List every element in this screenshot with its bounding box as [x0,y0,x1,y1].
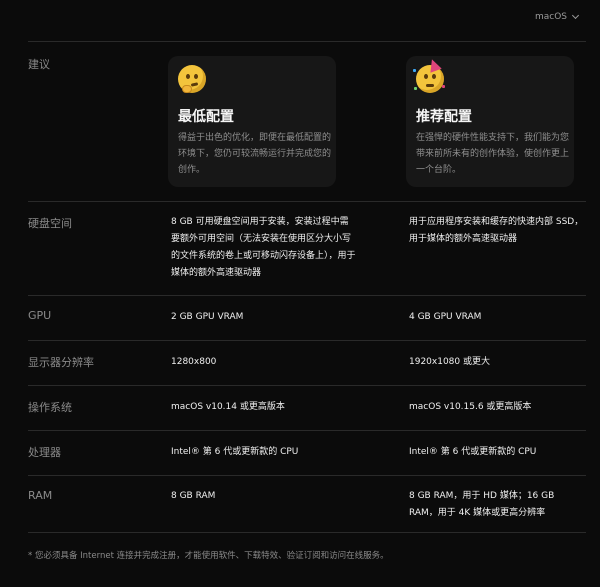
row-display: 显示器分辨率 1280x800 1920x1080 或更大 [28,341,586,386]
disk-rec-value: 用于应用程序安装和缓存的快速内部 SSD，用于媒体的额外高速驱动器 [409,217,584,244]
row-os: 操作系统 macOS v10.14 或更高版本 macOS v10.15.6 或… [28,386,586,431]
footnote: * 您必须具备 Internet 连接并完成注册，才能使用软件、下载特效、验证订… [28,551,389,561]
row-cpu: 处理器 Intel® 第 6 代或更新款的 CPU Intel® 第 6 代或更… [28,431,586,476]
cpu-min-value: Intel® 第 6 代或更新款的 CPU [171,447,299,457]
row-label-os: 操作系统 [28,401,72,414]
spec-table: 建议 最低配置 得益于出色的优化，即便在最低配置的环境下，您仍可较流畅运行并完成… [28,42,586,533]
party-face-icon [413,57,445,93]
os-selector[interactable]: macOS [534,11,580,22]
card-minimum: 最低配置 得益于出色的优化，即便在最低配置的环境下，您仍可较流畅运行并完成您的创… [168,56,336,187]
os-rec-value: macOS v10.15.6 或更高版本 [409,402,532,412]
row-label-recommendation: 建议 [28,58,50,71]
ram-min-value: 8 GB RAM [171,491,216,501]
row-label-disk: 硬盘空间 [28,217,72,230]
os-min-value: macOS v10.14 或更高版本 [171,402,285,412]
card-minimum-title: 最低配置 [178,109,234,125]
display-min-value: 1280x800 [171,357,217,367]
os-selector-value: macOS [534,12,567,22]
card-minimum-desc: 得益于出色的优化，即便在最低配置的环境下，您仍可较流畅运行并完成您的创作。 [178,133,332,175]
display-rec-value: 1920x1080 或更大 [409,357,490,367]
row-recommendation: 建议 最低配置 得益于出色的优化，即便在最低配置的环境下，您仍可较流畅运行并完成… [28,42,586,202]
row-gpu: GPU 2 GB GPU VRAM 4 GB GPU VRAM [28,296,586,341]
card-recommended: 推荐配置 在强悍的硬件性能支持下，我们能为您带来前所未有的创作体验，使创作更上一… [406,56,574,187]
card-recommended-title: 推荐配置 [416,109,472,125]
thinking-face-icon [178,65,206,93]
row-ram: RAM 8 GB RAM 8 GB RAM，用于 HD 媒体；16 GB RAM… [28,476,586,533]
chevron-down-icon [571,11,580,20]
ram-rec-value: 8 GB RAM，用于 HD 媒体；16 GB RAM，用于 4K 媒体或更高分… [409,491,555,518]
row-label-gpu: GPU [28,309,52,322]
card-recommended-desc: 在强悍的硬件性能支持下，我们能为您带来前所未有的创作体验，使创作更上一个台阶。 [416,133,570,175]
row-label-display: 显示器分辨率 [28,356,94,369]
row-label-cpu: 处理器 [28,446,61,459]
row-disk: 硬盘空间 8 GB 可用硬盘空间用于安装，安装过程中需要额外可用空间（无法安装在… [28,202,586,296]
cpu-rec-value: Intel® 第 6 代或更新款的 CPU [409,447,537,457]
gpu-rec-value: 4 GB GPU VRAM [409,312,482,322]
gpu-min-value: 2 GB GPU VRAM [171,312,244,322]
row-label-ram: RAM [28,489,53,502]
disk-min-value: 8 GB 可用硬盘空间用于安装，安装过程中需要额外可用空间（无法安装在使用区分大… [171,217,356,278]
